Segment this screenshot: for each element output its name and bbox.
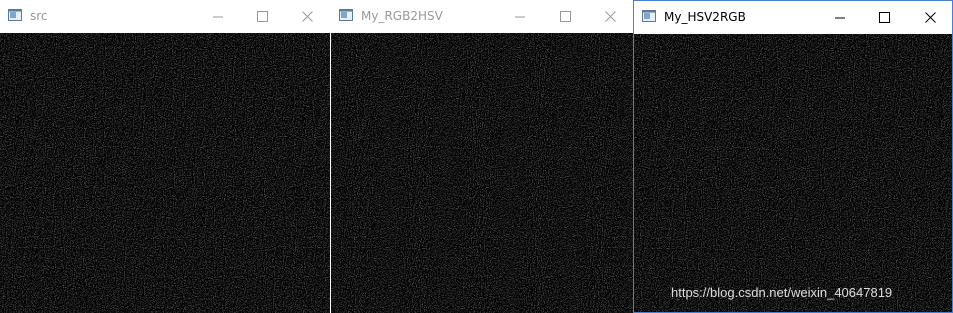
window-src[interactable]: src .g1 .bg{fill:#1e1e1e}.g1 .leaf1{fill…: [0, 0, 330, 313]
maximize-button[interactable]: [239, 0, 285, 33]
app-icon: [642, 10, 656, 22]
maximize-icon: [878, 12, 890, 23]
close-icon: [924, 12, 936, 23]
app-icon: [8, 9, 22, 21]
watermark-text: https://blog.csdn.net/weixin_40647819: [671, 285, 893, 300]
title-bar[interactable]: src: [0, 0, 330, 33]
title-bar[interactable]: My_RGB2HSV: [331, 0, 633, 33]
minimize-icon: [213, 16, 223, 17]
close-button[interactable]: [284, 0, 330, 33]
minimize-icon: [515, 16, 525, 17]
maximize-icon: [256, 11, 268, 22]
window-title: src: [30, 9, 48, 23]
maximize-button[interactable]: [542, 0, 588, 33]
image-canvas: .g3 .bg{fill:#1c1c1c}.g3 .leaf1{fill:#48…: [634, 34, 952, 312]
minimize-button[interactable]: [195, 0, 241, 33]
window-hsv2rgb[interactable]: My_HSV2RGB .g3 .bg{fill:#1c1c1c}.g3 .lea…: [633, 0, 953, 313]
title-bar[interactable]: My_HSV2RGB: [634, 1, 952, 34]
maximize-button[interactable]: [861, 1, 907, 34]
close-icon: [301, 11, 313, 22]
close-button[interactable]: [907, 1, 952, 34]
app-icon: [339, 9, 353, 21]
close-button[interactable]: [587, 0, 633, 33]
minimize-button[interactable]: [497, 0, 543, 33]
window-title: My_RGB2HSV: [361, 9, 443, 23]
grayscale-flower-image: .g1 .bg{fill:#1e1e1e}.g1 .leaf1{fill:#4a…: [0, 33, 330, 313]
close-icon: [604, 11, 616, 22]
minimize-icon: [835, 17, 845, 18]
image-canvas: .g1 .bg{fill:#1e1e1e}.g1 .leaf1{fill:#4a…: [0, 33, 330, 313]
window-rgb2hsv[interactable]: My_RGB2HSV .g2 .bg{fill:#1a0000}.g2 .lea…: [331, 0, 633, 313]
red-flower-image: .g2 .bg{fill:#1a0000}.g2 .leaf1{fill:#3a…: [331, 33, 633, 313]
window-title: My_HSV2RGB: [664, 10, 746, 24]
minimize-button[interactable]: [817, 1, 863, 34]
image-canvas: .g2 .bg{fill:#1a0000}.g2 .leaf1{fill:#3a…: [331, 33, 633, 313]
grayscale-flower-image: .g3 .bg{fill:#1c1c1c}.g3 .leaf1{fill:#48…: [634, 34, 952, 312]
maximize-icon: [559, 11, 571, 22]
